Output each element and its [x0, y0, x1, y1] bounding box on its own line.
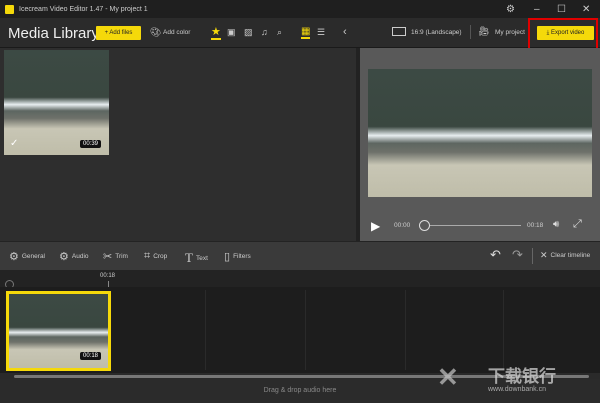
export-video-button[interactable]: ⤓ Export video	[537, 26, 594, 40]
redo-icon[interactable]: ↷	[512, 247, 523, 263]
media-duration: 00:39	[80, 140, 102, 148]
settings-icon[interactable]: ⚙	[506, 0, 515, 18]
maximize-button[interactable]: ☐	[557, 0, 566, 18]
gear-icon: ⚙	[9, 251, 19, 263]
label: Text	[195, 254, 208, 262]
export-label: Export video	[550, 30, 585, 36]
text-icon: T	[185, 250, 193, 265]
ruler-marker: 00:18	[100, 273, 116, 279]
grid-line	[305, 290, 306, 370]
divider	[532, 248, 533, 264]
volume-icon[interactable]: 🔊︎	[553, 219, 559, 230]
watermark-logo-icon: ✕	[437, 362, 459, 392]
filter-bottle-icon: ▯	[224, 251, 231, 263]
label: Trim	[115, 253, 128, 260]
undo-icon[interactable]: ↶	[490, 247, 501, 263]
aspect-ratio-button[interactable]: 16:9 (Landscape)	[411, 29, 462, 36]
collapse-chevron-icon[interactable]: ‹	[343, 26, 347, 38]
trim-button[interactable]: ✂ Trim	[103, 250, 128, 263]
x-icon: ✕	[540, 250, 548, 260]
scissors-icon: ✂	[103, 251, 113, 263]
edit-toolbar	[0, 242, 600, 270]
app-logo-icon	[5, 4, 14, 14]
grid-line	[503, 290, 504, 370]
label: Filters	[233, 253, 251, 260]
clear-timeline-button[interactable]: ✕ Clear timeline	[540, 250, 590, 261]
seek-bar[interactable]	[424, 225, 521, 226]
label: Crop	[153, 253, 168, 260]
audio-gear-icon: ⚙	[59, 251, 69, 263]
seek-handle[interactable]	[419, 220, 430, 231]
clip-duration: 00:18	[80, 352, 102, 360]
label: General	[21, 253, 45, 260]
general-button[interactable]: ⚙ General	[9, 250, 45, 263]
list-view-icon[interactable]: ☰	[317, 27, 325, 38]
timeline-ruler[interactable]	[0, 270, 600, 287]
text-button[interactable]: T Text	[185, 250, 208, 266]
divider	[470, 25, 471, 39]
filters-button[interactable]: ▯ Filters	[224, 250, 251, 263]
total-time: 00:18	[527, 222, 544, 229]
aspect-ratio-icon	[392, 27, 406, 36]
minimize-button[interactable]: –	[534, 0, 540, 18]
video-filter-icon[interactable]: ▣	[227, 27, 236, 38]
grid-view-icon[interactable]: ▦	[301, 26, 311, 39]
current-time: 00:00	[394, 222, 411, 229]
close-button[interactable]: ✕	[582, 0, 590, 18]
watermark-name: 下载银行	[488, 367, 556, 386]
crop-button[interactable]: ⌗ Crop	[144, 250, 167, 263]
audio-button[interactable]: ⚙ Audio	[59, 250, 89, 263]
grid-line	[205, 290, 206, 370]
music-filter-icon[interactable]: ♫	[261, 27, 268, 37]
camera-icon: 🎥︎	[478, 26, 490, 36]
watermark-url: www.downbank.cn	[488, 386, 546, 393]
favorites-filter-icon[interactable]: ★	[211, 25, 221, 40]
search-icon[interactable]: ⌕	[277, 27, 282, 38]
play-button[interactable]: ▶	[371, 219, 380, 233]
crop-icon: ⌗	[144, 250, 151, 262]
check-icon: ✓	[10, 138, 19, 149]
add-files-button[interactable]: + Add files	[96, 26, 141, 40]
fullscreen-icon[interactable]: ⤢	[573, 218, 582, 231]
video-preview[interactable]	[368, 69, 592, 197]
project-name[interactable]: My project	[495, 29, 525, 36]
media-library-heading: Media Library	[8, 25, 99, 42]
image-filter-icon[interactable]: ▨	[244, 27, 253, 38]
grid-line	[405, 290, 406, 370]
add-color-button[interactable]: Add color	[163, 29, 190, 36]
window-title: Icecream Video Editor 1.47 - My project …	[19, 5, 148, 13]
label: Clear timeline	[550, 252, 591, 259]
palette-icon[interactable]: 🎨︎	[150, 27, 161, 38]
label: Audio	[71, 253, 89, 260]
